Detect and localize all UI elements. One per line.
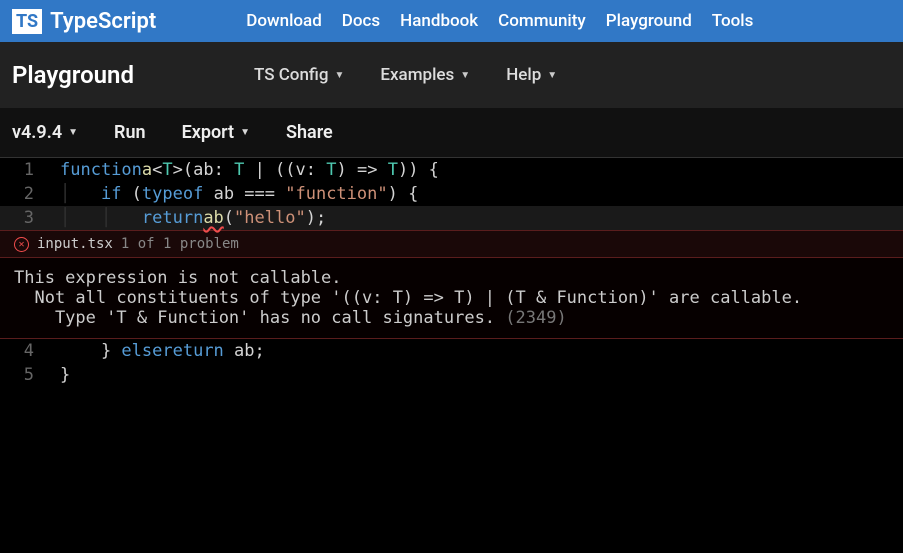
export-dropdown[interactable]: Export▼ — [182, 122, 250, 143]
brand-name[interactable]: TypeScript — [50, 9, 156, 34]
nav-links: Download Docs Handbook Community Playgro… — [246, 11, 753, 31]
sub-nav-items: TS Config▼ Examples▼ Help▼ — [254, 65, 557, 85]
page-title: Playground — [12, 61, 134, 89]
error-message: This expression is not callable. Not all… — [0, 258, 903, 339]
sub-nav: Playground TS Config▼ Examples▼ Help▼ — [0, 42, 903, 108]
line-number: 2 — [0, 184, 48, 204]
toolbar: v4.9.4▼ Run Export▼ Share — [0, 108, 903, 158]
chevron-down-icon: ▼ — [240, 127, 250, 138]
chevron-down-icon: ▼ — [547, 70, 557, 81]
error-code: (2349) — [505, 308, 566, 328]
help-dropdown[interactable]: Help▼ — [506, 65, 557, 85]
code-line[interactable]: 1functiona<T>(ab: T | ((v: T) => T)) { — [0, 158, 903, 182]
error-icon: ✕ — [14, 237, 29, 252]
error-file: input.tsx — [37, 236, 113, 252]
line-number: 1 — [0, 160, 48, 180]
chevron-down-icon: ▼ — [68, 127, 78, 138]
chevron-down-icon: ▼ — [335, 70, 345, 81]
error-count: 1 of 1 problem — [121, 236, 239, 252]
ts-config-dropdown[interactable]: TS Config▼ — [254, 65, 344, 85]
chevron-down-icon: ▼ — [460, 70, 470, 81]
run-button[interactable]: Run — [114, 122, 146, 143]
nav-tools[interactable]: Tools — [712, 11, 754, 31]
nav-handbook[interactable]: Handbook — [400, 11, 478, 31]
examples-dropdown[interactable]: Examples▼ — [380, 65, 470, 85]
code-line[interactable]: 4 } elsereturn ab; — [0, 339, 903, 363]
nav-community[interactable]: Community — [498, 11, 586, 31]
nav-playground[interactable]: Playground — [606, 11, 692, 31]
line-number: 4 — [0, 341, 48, 361]
code-editor[interactable]: 1functiona<T>(ab: T | ((v: T) => T)) {2│… — [0, 158, 903, 387]
nav-download[interactable]: Download — [246, 11, 322, 31]
code-line[interactable]: 3│ │ returnab("hello"); — [0, 206, 903, 230]
error-bar[interactable]: ✕ input.tsx 1 of 1 problem — [0, 230, 903, 258]
line-number: 3 — [0, 208, 48, 228]
version-dropdown[interactable]: v4.9.4▼ — [12, 122, 78, 143]
nav-docs[interactable]: Docs — [342, 11, 380, 31]
share-button[interactable]: Share — [286, 122, 333, 143]
line-number: 5 — [0, 365, 48, 385]
logo-badge: TS — [12, 9, 42, 34]
code-line[interactable]: 2│ if (typeof ab === "function") { — [0, 182, 903, 206]
code-line[interactable]: 5} — [0, 363, 903, 387]
top-nav: TS TypeScript Download Docs Handbook Com… — [0, 0, 903, 42]
